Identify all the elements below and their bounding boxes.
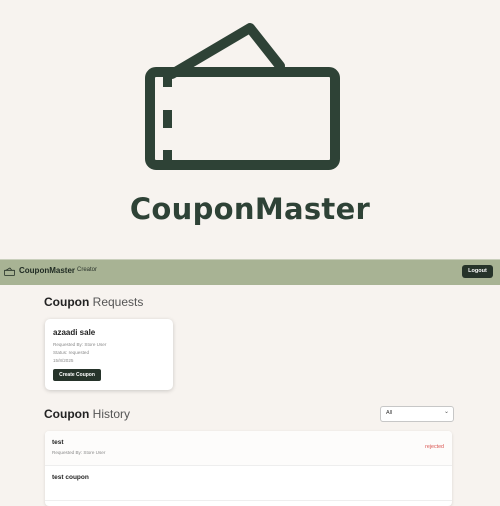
- hero-title: CouponMaster: [129, 192, 371, 226]
- request-title: azaadi sale: [53, 328, 96, 337]
- history-row[interactable]: test Requested By: Store User rejected: [45, 431, 452, 466]
- request-status: Status: requested: [53, 350, 90, 355]
- requests-heading-bold: Coupon: [44, 295, 90, 309]
- history-row-title: test: [52, 439, 64, 446]
- user-role-label: Creator: [77, 267, 98, 273]
- navbar-brand[interactable]: CouponMaster: [19, 266, 75, 275]
- request-date: 15/8/2025: [53, 358, 74, 363]
- request-card: azaadi sale Requested By: Store User Sta…: [45, 319, 173, 390]
- status-badge: rejected: [425, 444, 444, 450]
- request-requested-by: Requested By: Store User: [53, 342, 107, 347]
- history-heading-bold: Coupon: [44, 407, 90, 421]
- ticket-icon: [145, 23, 340, 170]
- history-heading: Coupon History: [44, 407, 130, 421]
- status-filter-select[interactable]: All ⌄: [380, 406, 454, 422]
- ticket-icon: [4, 267, 15, 276]
- filter-selected-value: All: [386, 410, 393, 416]
- chevron-down-icon: ⌄: [443, 409, 449, 415]
- requests-heading-light: Requests: [92, 295, 144, 309]
- history-list: test Requested By: Store User rejected t…: [45, 431, 452, 506]
- history-heading-light: History: [92, 407, 131, 421]
- hero-section: CouponMaster: [0, 0, 500, 258]
- history-row-requested-by: Requested By: Store User: [52, 450, 106, 455]
- create-coupon-button[interactable]: Create Coupon: [53, 369, 101, 381]
- history-row[interactable]: test coupon: [45, 466, 452, 501]
- history-row-title: test coupon: [52, 474, 89, 481]
- requests-heading: Coupon Requests: [44, 295, 143, 309]
- navbar: CouponMaster Creator Logout: [0, 259, 500, 285]
- logout-button[interactable]: Logout: [462, 265, 493, 278]
